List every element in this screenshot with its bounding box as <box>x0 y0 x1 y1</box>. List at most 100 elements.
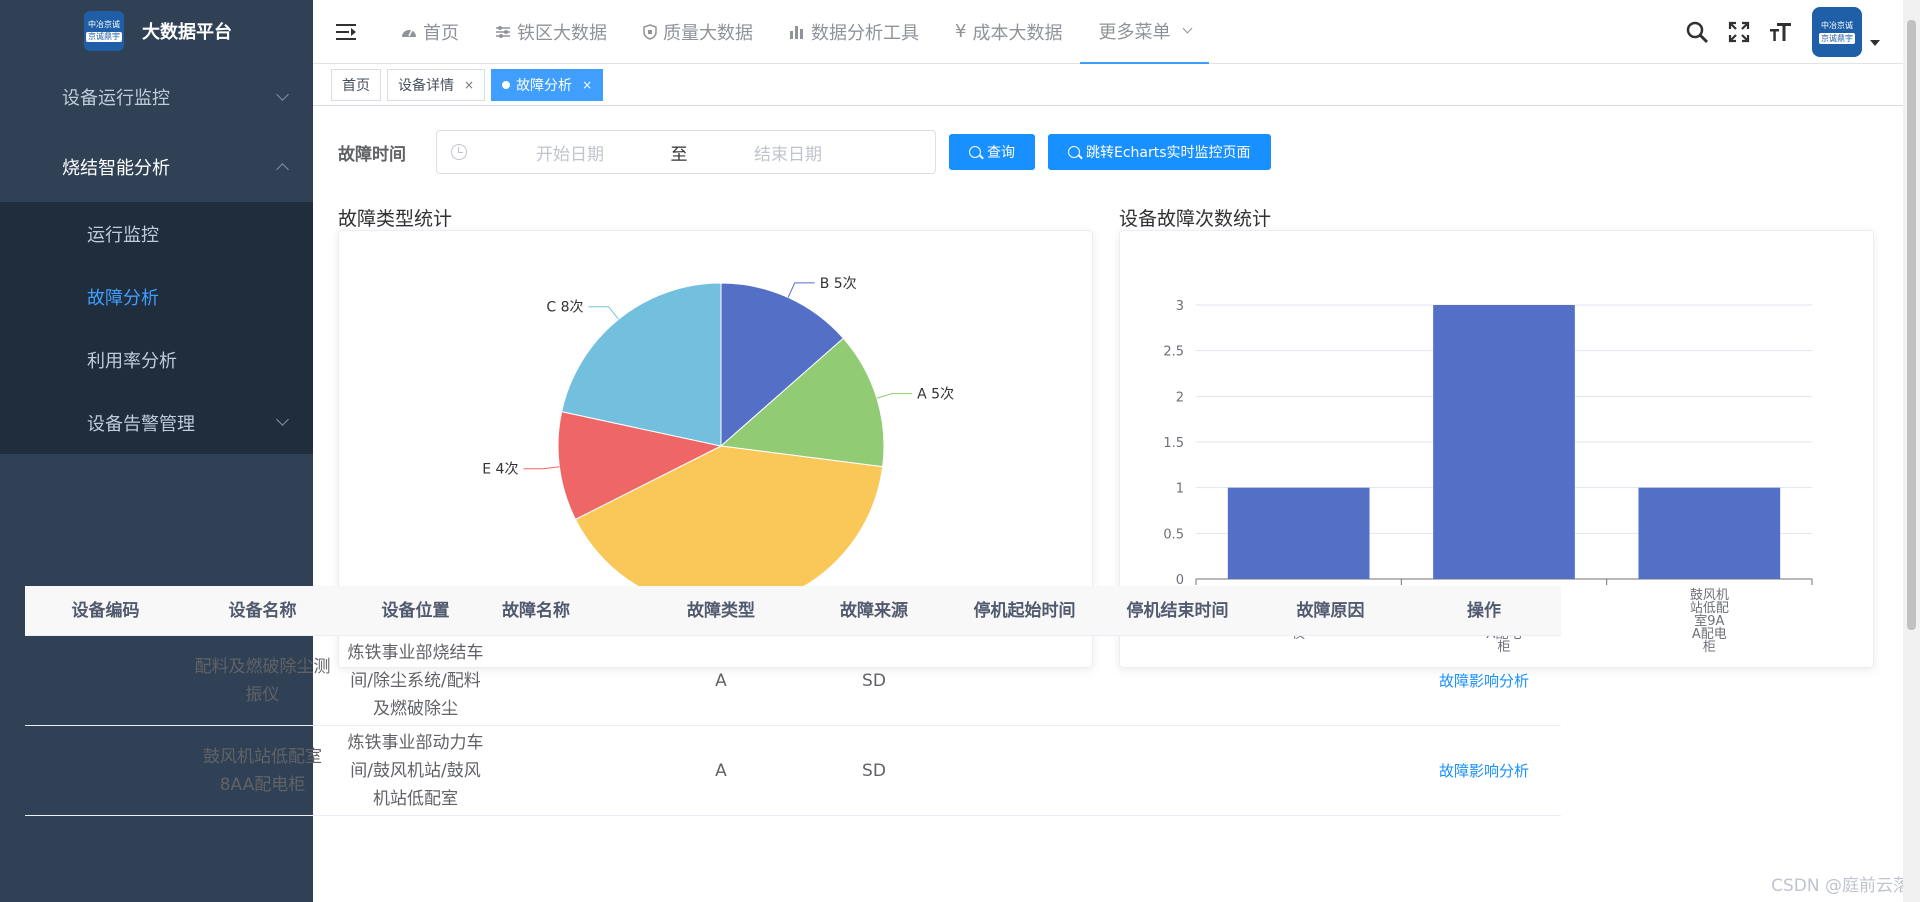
bar-y-tick: 2 <box>1176 390 1184 405</box>
fault-table: 设备编码 设备名称 设备位置 故障名称 故障类型 故障来源 停机起始时间 停机结… <box>25 586 1561 816</box>
cell-source: SD <box>862 760 886 781</box>
top-navbar: 首页 铁区大数据 质量大数据 数据分析工具 ¥ 成本大数据 更多菜单 中冶京诚 … <box>313 0 1920 64</box>
header-action: 操作 <box>1467 600 1501 621</box>
query-button-label: 查询 <box>987 145 1015 161</box>
bar-1[interactable] <box>1433 305 1575 579</box>
start-date-input[interactable]: 开始日期 <box>501 140 639 165</box>
sidebar-item-run-monitor[interactable]: 运行监控 <box>0 202 313 265</box>
submenu: 运行监控 故障分析 利用率分析 设备告警管理 <box>0 202 313 454</box>
header-fault-name: 故障名称 <box>502 600 570 621</box>
logo-line2: 京诚鼎宇 <box>86 32 122 42</box>
header-device-location: 设备位置 <box>381 600 450 621</box>
nav-item-more[interactable]: 更多菜单 <box>1080 0 1210 64</box>
bar-y-tick: 0.5 <box>1163 527 1184 542</box>
header-stop-end: 停机结束时间 <box>1126 600 1229 621</box>
tag-label: 设备详情 <box>398 77 454 94</box>
nav-label: 质量大数据 <box>663 22 753 44</box>
close-icon[interactable]: × <box>464 78 474 92</box>
bar-x-label: 柜 <box>1703 640 1716 655</box>
pie-label-A: A 5次 <box>917 387 954 403</box>
nav-label: 成本大数据 <box>972 22 1063 44</box>
app-title: 大数据平台 <box>142 22 232 43</box>
pie-chart-title: 故障类型统计 <box>338 208 453 230</box>
tag-device-detail[interactable]: 设备详情 × <box>387 68 486 101</box>
sidebar-item-label: 设备告警管理 <box>87 413 195 435</box>
clock-icon <box>451 144 467 160</box>
nav-item-iron[interactable]: 铁区大数据 <box>477 0 625 64</box>
sidebar-item-fault-analysis[interactable]: 故障分析 <box>0 265 313 328</box>
page-scrollbar[interactable] <box>1903 0 1920 902</box>
sidebar-menu-sinter-analysis[interactable]: 烧结智能分析 <box>0 132 313 202</box>
tags-view: 首页 设备详情 × 故障分析 × <box>313 64 1920 106</box>
bar-y-tick: 3 <box>1176 299 1184 314</box>
header-fault-source: 故障来源 <box>840 600 908 621</box>
sidebar-item-alarm-management[interactable]: 设备告警管理 <box>0 391 313 454</box>
sidebar-item-utilization[interactable]: 利用率分析 <box>0 328 313 391</box>
header-stop-start: 停机起始时间 <box>973 600 1076 621</box>
logo-badge: 中冶京诚 京诚鼎宇 <box>84 11 124 51</box>
nav-label: 更多菜单 <box>1098 21 1171 43</box>
end-date-input[interactable]: 结束日期 <box>719 140 857 165</box>
chevron-down-icon <box>1183 23 1193 34</box>
search-icon <box>1068 146 1080 158</box>
fullscreen-icon[interactable] <box>1718 12 1760 52</box>
sidebar-menu-device-monitor[interactable]: 设备运行监控 <box>0 62 313 132</box>
avatar[interactable]: 中冶京诚 京诚鼎宇 <box>1812 7 1862 57</box>
sliders-icon <box>496 25 510 38</box>
nav-item-home[interactable]: 首页 <box>383 0 477 64</box>
nav-item-cost[interactable]: ¥ 成本大数据 <box>937 0 1080 64</box>
avatar-line1: 中冶京诚 <box>1821 21 1853 30</box>
bar-chart-icon <box>790 25 803 39</box>
table-row: 鼓风机站低配室8AA配电柜 炼铁事业部动力车间/鼓风机站/鼓风机站低配室 A S… <box>25 726 1561 816</box>
cell-source: SD <box>862 670 886 691</box>
caret-down-icon[interactable] <box>1870 40 1880 46</box>
pie-label-line <box>588 306 619 320</box>
nav-item-quality[interactable]: 质量大数据 <box>625 0 771 64</box>
cell-fault-type: A <box>715 760 727 781</box>
header-device-name: 设备名称 <box>228 600 297 621</box>
date-range-picker[interactable]: 开始日期 至 结束日期 <box>436 130 936 174</box>
pie-label-B: B 5次 <box>820 276 857 292</box>
table-row: 配料及燃破除尘测振仪 炼铁事业部烧结车间/除尘系统/配料及燃破除尘 A SD 故… <box>25 636 1561 726</box>
pie-label-C: C 8次 <box>546 300 583 316</box>
hamburger-icon[interactable] <box>329 14 365 50</box>
font-size-icon[interactable] <box>1760 12 1802 52</box>
pie-label-line <box>787 282 815 298</box>
cell-location: 炼铁事业部烧结车间/除尘系统/配料及燃破除尘 <box>347 642 484 719</box>
sidebar-item-label: 利用率分析 <box>87 350 177 372</box>
header-fault-type: 故障类型 <box>687 600 755 621</box>
tag-fault-analysis[interactable]: 故障分析 × <box>491 68 604 101</box>
tag-label: 首页 <box>342 77 370 94</box>
chevron-down-icon <box>276 88 289 101</box>
cell-name: 配料及燃破除尘测振仪 <box>194 656 331 705</box>
header-fault-reason: 故障原因 <box>1296 600 1365 621</box>
bar-y-tick: 2.5 <box>1163 345 1184 360</box>
logo: 中冶京诚 京诚鼎宇 大数据平台 <box>0 0 313 62</box>
yen-icon: ¥ <box>955 21 967 42</box>
bar-0[interactable] <box>1227 487 1370 579</box>
bar-chart-title: 设备故障次数统计 <box>1119 208 1272 230</box>
bar-2[interactable] <box>1638 487 1781 579</box>
nav-item-analysis-tools[interactable]: 数据分析工具 <box>771 0 937 64</box>
tag-home[interactable]: 首页 <box>331 68 381 101</box>
query-button[interactable]: 查询 <box>949 134 1035 170</box>
pie-label-line <box>523 466 560 470</box>
search-icon[interactable] <box>1676 12 1718 52</box>
echarts-monitor-button[interactable]: 跳转Echarts实时监控页面 <box>1048 134 1271 170</box>
close-icon[interactable]: × <box>582 78 592 92</box>
nav-label: 首页 <box>423 22 459 44</box>
echarts-button-label: 跳转Echarts实时监控页面 <box>1086 145 1251 161</box>
bar-y-tick: 1 <box>1176 482 1184 497</box>
avatar-line2: 京诚鼎宇 <box>1819 33 1855 44</box>
active-dot-icon <box>502 80 511 89</box>
cell-name: 鼓风机站低配室8AA配电柜 <box>203 746 322 795</box>
filter-label: 故障时间 <box>338 144 406 165</box>
table-header: 设备编码 设备名称 设备位置 故障名称 故障类型 故障来源 停机起始时间 停机结… <box>25 586 1561 636</box>
fault-impact-analysis-link[interactable]: 故障影响分析 <box>1439 762 1529 780</box>
sidebar-menu-label: 烧结智能分析 <box>62 158 170 179</box>
nav-label: 铁区大数据 <box>517 22 607 44</box>
fault-impact-analysis-link[interactable]: 故障影响分析 <box>1439 672 1529 690</box>
filter-bar: 故障时间 开始日期 至 结束日期 查询 跳转Echarts实时监控页面 <box>338 130 1271 174</box>
scrollbar-thumb[interactable] <box>1907 20 1916 630</box>
cell-location: 炼铁事业部动力车间/鼓风机站/鼓风机站低配室 <box>347 732 484 809</box>
